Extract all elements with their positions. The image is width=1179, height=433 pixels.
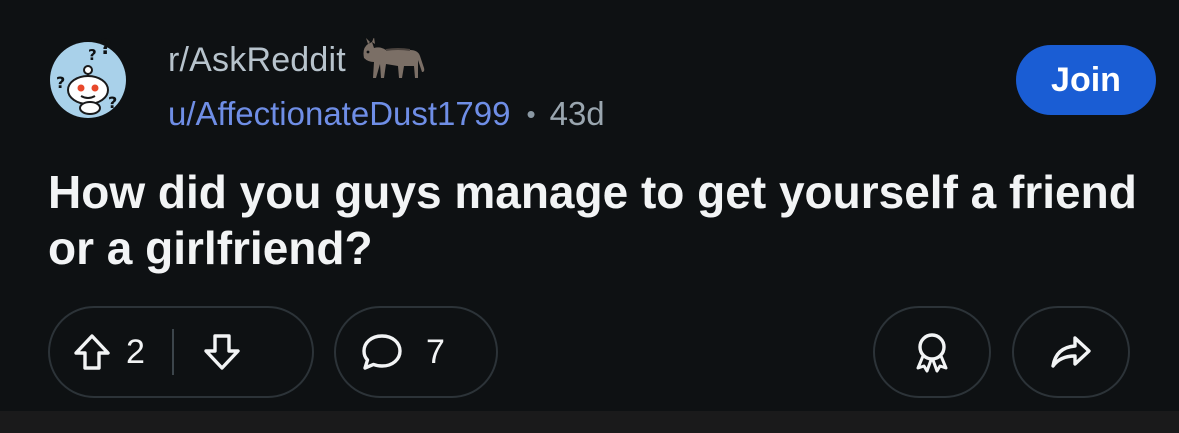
- share-button[interactable]: [1012, 306, 1130, 398]
- meta-separator: •: [526, 98, 536, 129]
- subreddit-avatar[interactable]: ? ? ? ?: [48, 32, 128, 128]
- author-row: u/AffectionateDust1799 • 43d: [168, 92, 605, 136]
- share-arrow-icon: [1051, 336, 1091, 368]
- join-button[interactable]: Join: [1016, 45, 1156, 115]
- upvote-button[interactable]: [50, 332, 134, 372]
- post-card[interactable]: ? ? ? ? r/AskReddit u/AffectionateDust17: [0, 0, 1179, 411]
- comments-button[interactable]: 7: [334, 306, 498, 398]
- svg-text:?: ?: [100, 35, 112, 59]
- svg-text:?: ?: [88, 46, 97, 64]
- award-icon: [916, 333, 948, 373]
- bottom-divider: [0, 411, 1179, 433]
- speech-bubble-icon: [362, 334, 402, 370]
- author-username[interactable]: u/AffectionateDust1799: [168, 95, 510, 133]
- svg-text:?: ?: [108, 93, 117, 112]
- subreddit-row: r/AskReddit: [168, 38, 430, 82]
- arrow-up-icon: [74, 334, 110, 370]
- award-button[interactable]: [873, 306, 991, 398]
- comment-icon-wrap: [336, 332, 428, 372]
- comment-count: 7: [426, 332, 445, 371]
- snoo-question-avatar-icon: ? ? ? ?: [50, 35, 126, 118]
- svg-text:?: ?: [56, 73, 65, 92]
- vote-score: 2: [126, 332, 145, 371]
- donkey-flair-icon: [363, 38, 425, 78]
- arrow-down-icon: [204, 334, 240, 370]
- vote-control: 2: [48, 306, 314, 398]
- subreddit-name[interactable]: r/AskReddit: [168, 41, 346, 80]
- downvote-button[interactable]: [174, 332, 270, 372]
- post-age: 43d: [549, 95, 605, 132]
- post-title[interactable]: How did you guys manage to get yourself …: [48, 164, 1148, 276]
